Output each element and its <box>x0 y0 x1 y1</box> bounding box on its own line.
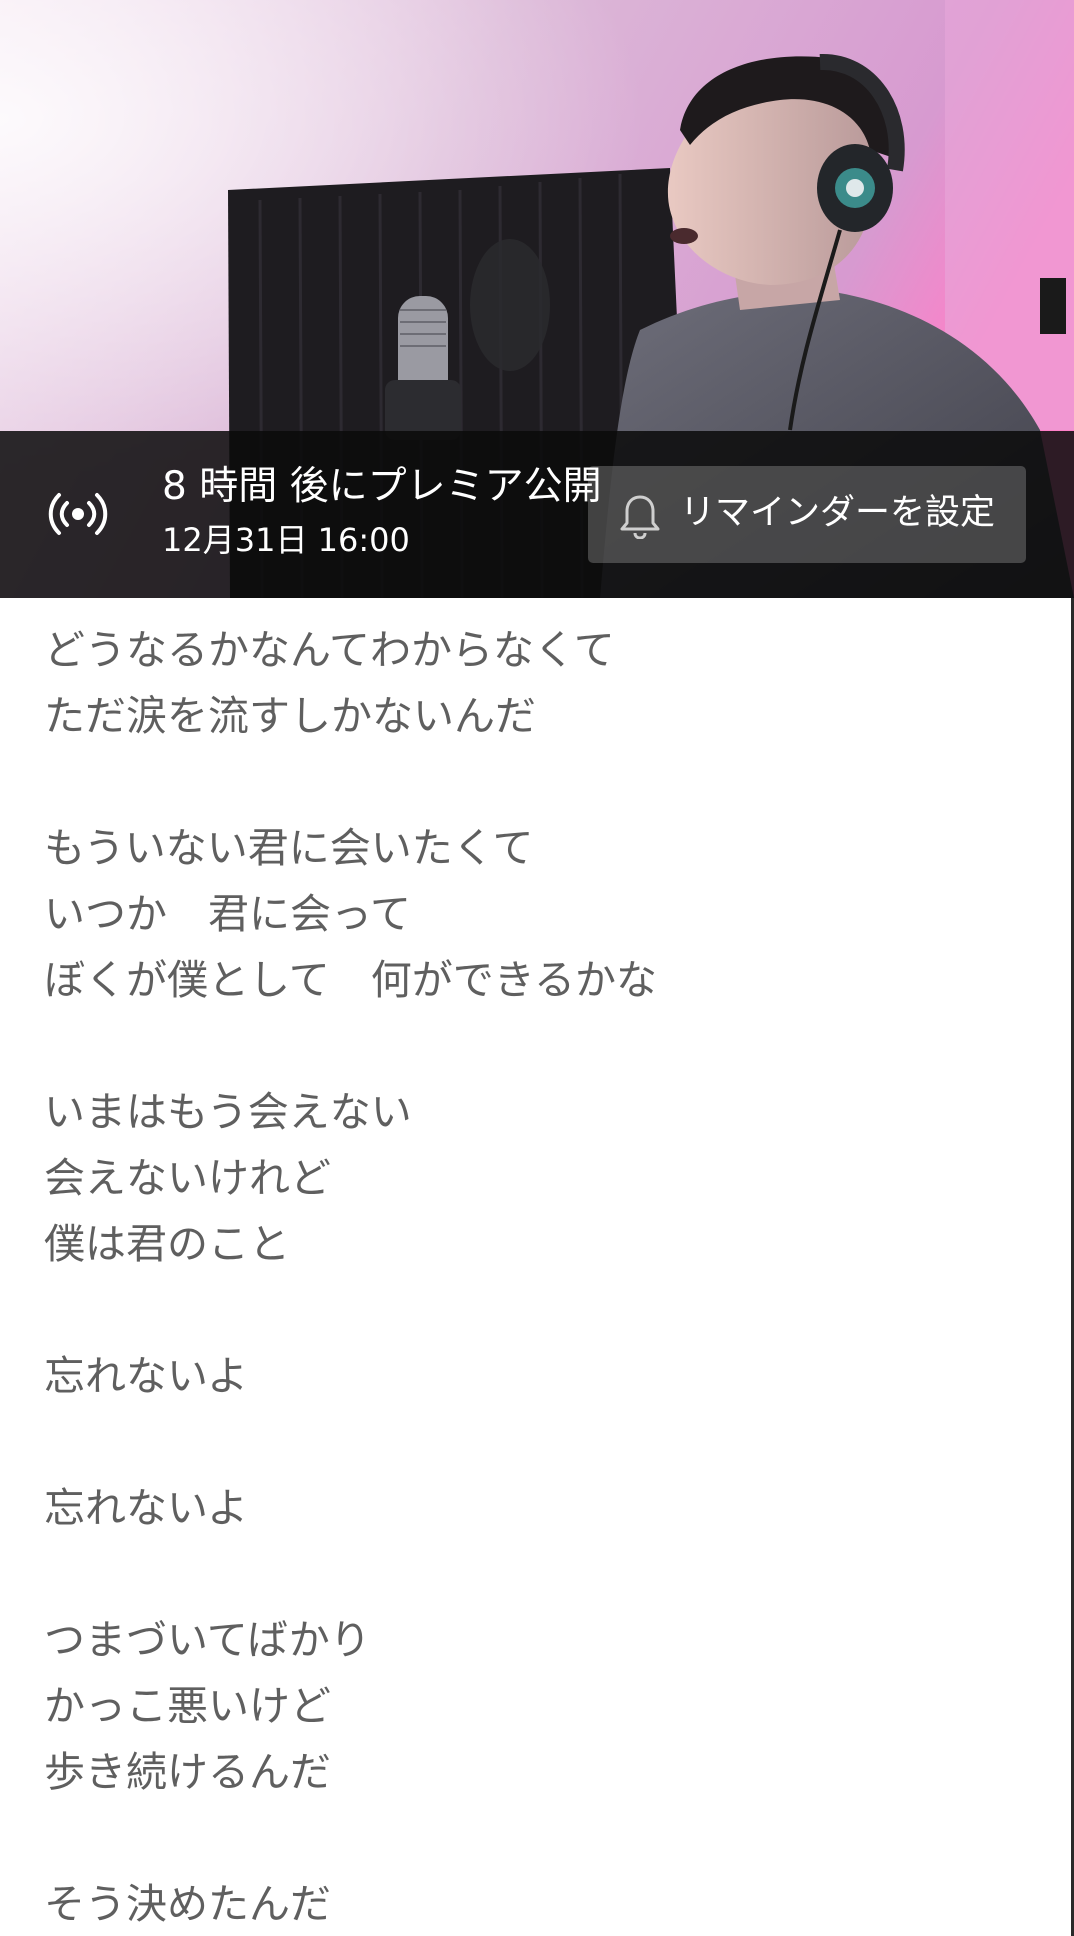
lyric-line: いまはもう会えない <box>44 1088 412 1136</box>
set-reminder-label: リマインダーを設定 <box>680 493 996 533</box>
lyric-line: 忘れないよ <box>44 1352 249 1400</box>
premiere-countdown-title: 8 時間 後にプレミア公開 <box>162 464 602 509</box>
lyric-line: 僕は君のこと <box>44 1220 290 1268</box>
video-thumbnail[interactable]: 8 時間 後にプレミア公開 12月31日 16:00 リマインダーを設定 <box>0 0 1074 598</box>
live-broadcast-icon <box>48 493 108 535</box>
lyric-line: ぼくが僕として 何ができるかな <box>44 956 657 1004</box>
lyric-line: 歩き続けるんだ <box>44 1748 331 1796</box>
lyric-line: そう決めたんだ <box>44 1880 331 1928</box>
lyric-line: かっこ悪いけど <box>44 1682 331 1730</box>
lyric-line: ただ涙を流すしかないんだ <box>44 692 536 740</box>
lyric-line: いつか 君に会って <box>44 890 411 938</box>
premiere-date: 12月31日 16:00 <box>162 521 410 559</box>
stanza-gap <box>44 1277 1044 1343</box>
stanza-gap <box>44 1541 1044 1607</box>
lyric-line: どうなるかなんてわからなくて <box>44 626 615 674</box>
video-description-lyrics: どうなるかなんてわからなくて ただ涙を流すしかないんだ もういない君に会いたくて… <box>44 617 1044 1936</box>
lyric-line: 会えないけれど <box>44 1154 331 1202</box>
stanza-gap <box>44 1013 1044 1079</box>
stanza-gap <box>44 1805 1044 1871</box>
lyric-line: 忘れないよ <box>44 1484 249 1532</box>
bell-icon <box>620 495 660 539</box>
lyric-line: つまづいてばかり <box>44 1616 371 1664</box>
stanza-gap <box>44 749 1044 815</box>
lyric-line: もういない君に会いたくて <box>44 824 534 872</box>
stanza-gap <box>44 1409 1044 1475</box>
page: 8 時間 後にプレミア公開 12月31日 16:00 リマインダーを設定 どうな… <box>0 0 1074 1936</box>
set-reminder-button[interactable]: リマインダーを設定 <box>588 466 1026 563</box>
